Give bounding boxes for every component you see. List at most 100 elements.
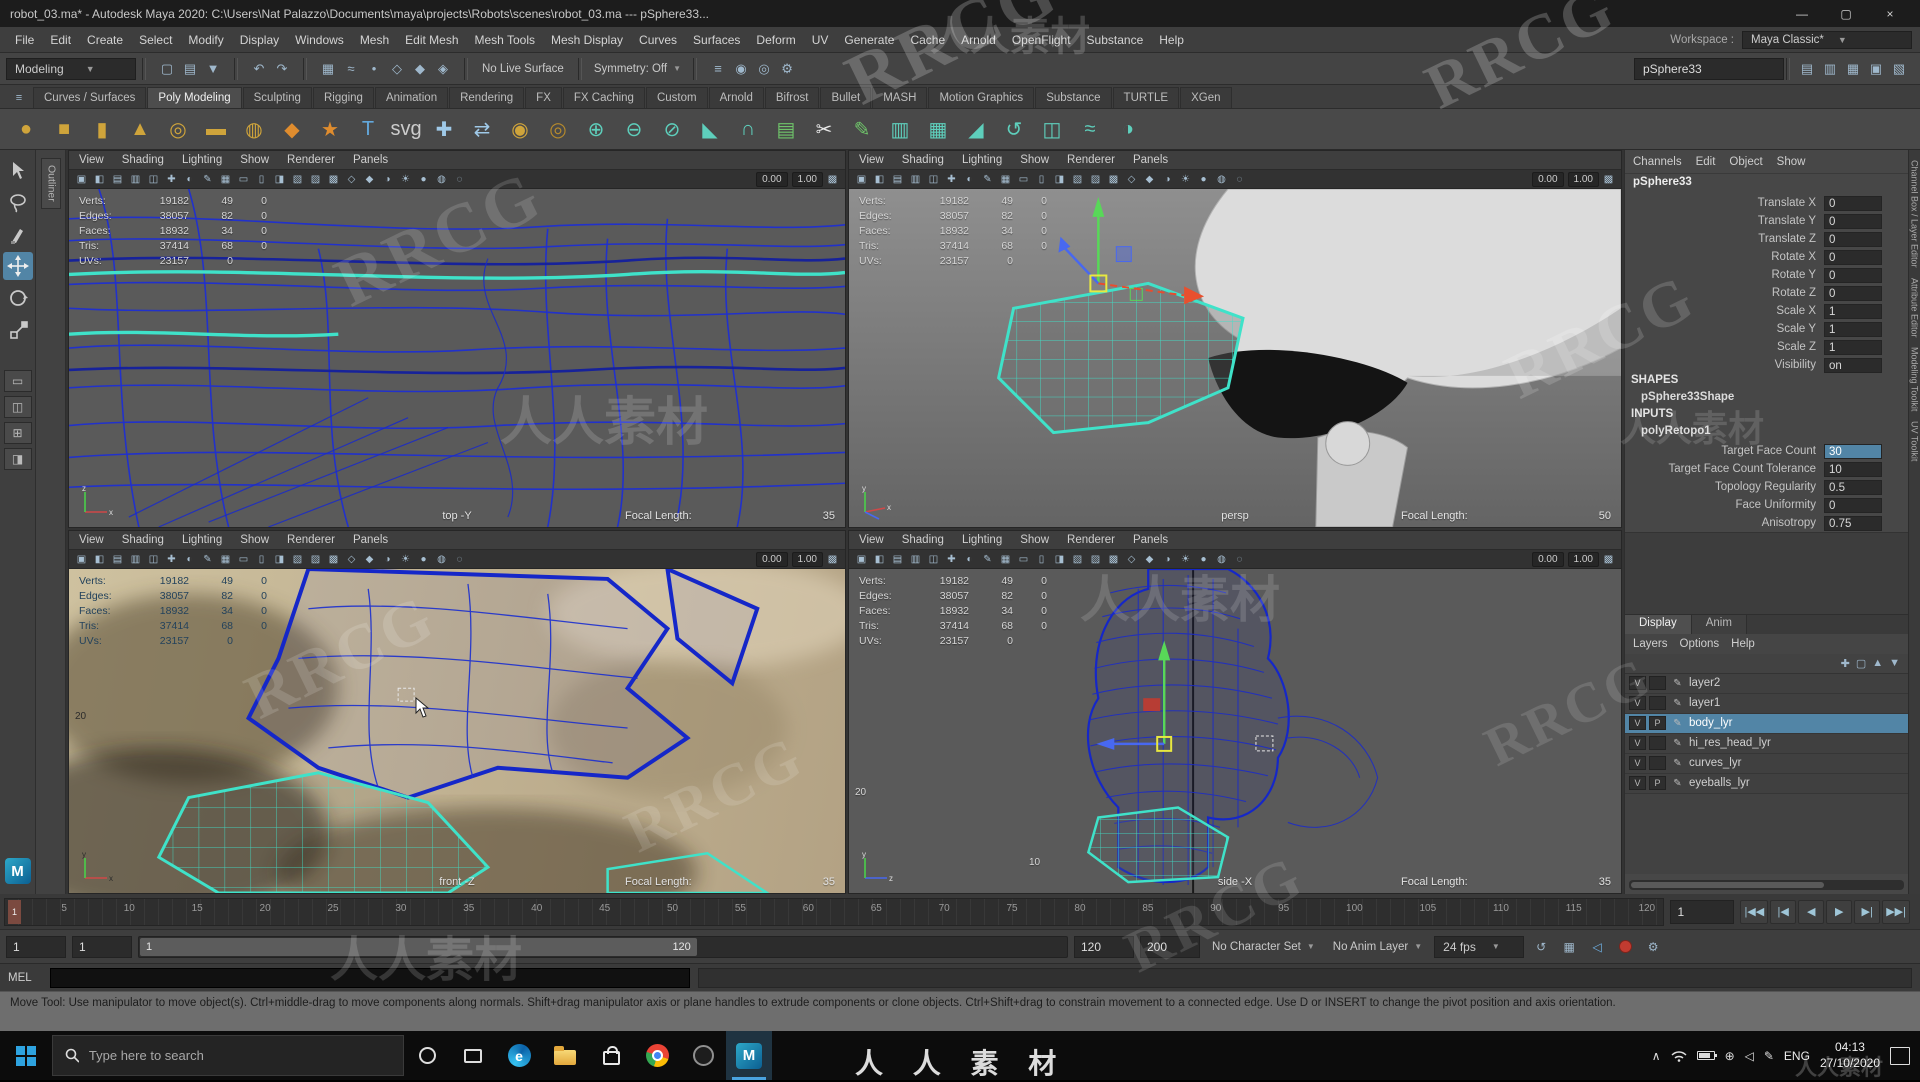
shelf-tab[interactable]: Sculpting bbox=[242, 87, 312, 108]
file-icon[interactable]: ▤ bbox=[180, 59, 200, 79]
viewport-toolbar-icon[interactable]: ◌ bbox=[1231, 551, 1248, 567]
channel-box-menu-item[interactable]: Object bbox=[1729, 156, 1762, 168]
channel-attribute-value[interactable]: 0 bbox=[1824, 497, 1882, 513]
shelf-tab[interactable]: MASH bbox=[872, 87, 928, 108]
shelf-tool-icon[interactable]: svg bbox=[390, 113, 422, 145]
maya-taskbar-icon[interactable] bbox=[726, 1031, 772, 1080]
undo-redo-icon[interactable]: ↷ bbox=[272, 59, 292, 79]
playback-button[interactable]: |◀ bbox=[1770, 899, 1797, 924]
layer-editor-menu-item[interactable]: Help bbox=[1731, 638, 1755, 650]
panel-tab-label[interactable]: Channel Box / Layer Editor bbox=[1910, 160, 1920, 268]
viewport-toolbar-icon[interactable]: ▩ bbox=[325, 551, 342, 567]
time-slider-track[interactable]: 1 5 10 15 20 25 30 35 40 45 50 55 60 65 70 75 80 85 90 95 1… bbox=[4, 897, 1665, 926]
lasso-tool-icon[interactable] bbox=[3, 188, 33, 216]
shelf-tool-icon[interactable]: ⊘ bbox=[656, 113, 688, 145]
viewport-toolbar-icon[interactable]: ▯ bbox=[253, 551, 270, 567]
shelf-tool-icon[interactable]: ≈ bbox=[1074, 113, 1106, 145]
sidebar-toggle-icon[interactable]: ▦ bbox=[1843, 59, 1863, 79]
viewport-toolbar-icon[interactable]: ● bbox=[1195, 551, 1212, 567]
viewport-toolbar-icon[interactable]: ◇ bbox=[343, 171, 360, 187]
viewport-toolbar-icon[interactable]: ● bbox=[1195, 171, 1212, 187]
channel-attribute-value[interactable]: 0.5 bbox=[1824, 479, 1882, 495]
viewport-toolbar-icon[interactable]: ◧ bbox=[91, 551, 108, 567]
undo-redo-icon[interactable]: ↶ bbox=[249, 59, 269, 79]
shelf-tool-icon[interactable]: ▤ bbox=[770, 113, 802, 145]
viewport-toolbar-icon[interactable]: ◑ bbox=[379, 171, 396, 187]
channel-attribute-value[interactable]: 30 bbox=[1824, 443, 1882, 459]
viewport-menu-item[interactable]: Show bbox=[240, 154, 269, 166]
panel-tab-label[interactable]: Modeling Toolkit bbox=[1910, 347, 1920, 411]
symmetry-dropdown[interactable]: Symmetry: Off ▼ bbox=[588, 63, 687, 75]
shelf-tool-icon[interactable]: ▲ bbox=[124, 113, 156, 145]
minimize-button[interactable]: — bbox=[1782, 3, 1822, 25]
shelf-tool-icon[interactable]: ▥ bbox=[884, 113, 916, 145]
viewport-toolbar-icon[interactable]: ◨ bbox=[271, 551, 288, 567]
viewport-menu-item[interactable]: Show bbox=[240, 534, 269, 546]
playback-start-field[interactable]: 1 bbox=[72, 935, 132, 958]
shelf-tab[interactable]: Animation bbox=[374, 87, 449, 108]
viewport-toolbar-icon[interactable]: ✎ bbox=[979, 171, 996, 187]
layer-editor-icon[interactable]: ▢ bbox=[1856, 657, 1866, 670]
viewport-menu-item[interactable]: Panels bbox=[1133, 154, 1168, 166]
viewport-toolbar-icon[interactable]: ▯ bbox=[1033, 171, 1050, 187]
layer-playback-toggle[interactable] bbox=[1649, 756, 1666, 770]
layer-type-icon[interactable]: ✎ bbox=[1669, 696, 1686, 710]
mute-audio-icon[interactable]: ◁ bbox=[1586, 937, 1608, 957]
viewport-toolbar-icon[interactable]: ▧ bbox=[1069, 551, 1086, 567]
shelf-tool-icon[interactable]: ◣ bbox=[694, 113, 726, 145]
channel-box-menu-item[interactable]: Channels bbox=[1633, 156, 1682, 168]
anim-layer-dropdown[interactable]: No Anim Layer ▼ bbox=[1327, 941, 1428, 953]
viewport-menu-item[interactable]: Shading bbox=[122, 534, 164, 546]
shelf-tool-icon[interactable]: ⊖ bbox=[618, 113, 650, 145]
playback-loop-icon[interactable]: ↺ bbox=[1530, 937, 1552, 957]
taskbar-search[interactable] bbox=[52, 1035, 404, 1076]
viewport-toolbar-icon[interactable]: ✎ bbox=[199, 551, 216, 567]
viewport-menu-item[interactable]: View bbox=[859, 534, 884, 546]
menu-item[interactable]: Arnold bbox=[954, 30, 1003, 50]
viewport-toolbar-icon[interactable]: ◫ bbox=[145, 551, 162, 567]
workspace-dropdown[interactable]: Maya Classic* ▼ bbox=[1742, 30, 1912, 49]
auto-key-button[interactable] bbox=[1614, 937, 1636, 957]
no-live-surface-button[interactable]: No Live Surface bbox=[474, 60, 572, 78]
viewport-toolbar-icon[interactable]: ● bbox=[415, 551, 432, 567]
viewport-toolbar-icon[interactable]: ◆ bbox=[361, 551, 378, 567]
viewport-toolbar-icon[interactable]: ◌ bbox=[1231, 171, 1248, 187]
viewport-toolbar-icon[interactable]: ☀ bbox=[397, 171, 414, 187]
hidden-icons-chevron[interactable]: ∧ bbox=[1652, 1049, 1661, 1063]
viewport-menu-item[interactable]: View bbox=[79, 534, 104, 546]
layer-row[interactable]: V P ✎ eyeballs_lyr bbox=[1625, 773, 1908, 794]
viewport-toolbar-icon[interactable]: ▥ bbox=[127, 551, 144, 567]
fps-dropdown[interactable]: 24 fps ▼ bbox=[1434, 935, 1525, 958]
layer-row[interactable]: V ✎ layer1 bbox=[1625, 693, 1908, 714]
channel-attribute-row[interactable]: Visibility on bbox=[1625, 356, 1908, 374]
shelf-tab[interactable]: FX Caching bbox=[562, 87, 645, 108]
animation-preferences-icon[interactable]: ⚙ bbox=[1642, 937, 1664, 957]
gamma-field[interactable]: 1.00 bbox=[791, 551, 823, 567]
shelf-tool-icon[interactable]: ◑ bbox=[1112, 113, 1144, 145]
layer-name[interactable]: layer1 bbox=[1689, 697, 1720, 709]
shelf-tab[interactable]: Arnold bbox=[708, 87, 764, 108]
edge-icon[interactable] bbox=[496, 1031, 542, 1080]
viewport-toolbar-icon[interactable]: ☀ bbox=[1177, 551, 1194, 567]
viewport-menu-item[interactable]: Renderer bbox=[287, 534, 335, 546]
viewport-toolbar-icon[interactable]: ◍ bbox=[433, 171, 450, 187]
viewport-toolbar-icon[interactable]: ▥ bbox=[907, 171, 924, 187]
menu-item[interactable]: File bbox=[8, 30, 41, 50]
viewport-toolbar-icon[interactable]: ◫ bbox=[145, 171, 162, 187]
isolate-select-icon[interactable]: ▩ bbox=[1600, 551, 1617, 567]
layer-row[interactable]: V ✎ hi_res_head_lyr bbox=[1625, 733, 1908, 754]
shelf-tool-icon[interactable]: ◍ bbox=[238, 113, 270, 145]
wifi-icon[interactable] bbox=[1671, 1050, 1687, 1062]
menu-item[interactable]: Mesh bbox=[353, 30, 396, 50]
viewport-toolbar-icon[interactable]: ☀ bbox=[397, 551, 414, 567]
playback-button[interactable]: ▶ bbox=[1826, 899, 1853, 924]
layer-row[interactable]: V ✎ curves_lyr bbox=[1625, 753, 1908, 774]
channel-attribute-value[interactable]: 0 bbox=[1824, 213, 1882, 229]
viewport-toolbar-icon[interactable]: ◐ bbox=[961, 551, 978, 567]
viewport-toolbar-icon[interactable]: ▥ bbox=[907, 551, 924, 567]
shelf-tab[interactable]: Rigging bbox=[312, 87, 374, 108]
menu-item[interactable]: Curves bbox=[632, 30, 684, 50]
layer-playback-toggle[interactable] bbox=[1649, 676, 1666, 690]
viewport-toolbar-icon[interactable]: ◧ bbox=[871, 171, 888, 187]
layer-name[interactable]: curves_lyr bbox=[1689, 757, 1741, 769]
